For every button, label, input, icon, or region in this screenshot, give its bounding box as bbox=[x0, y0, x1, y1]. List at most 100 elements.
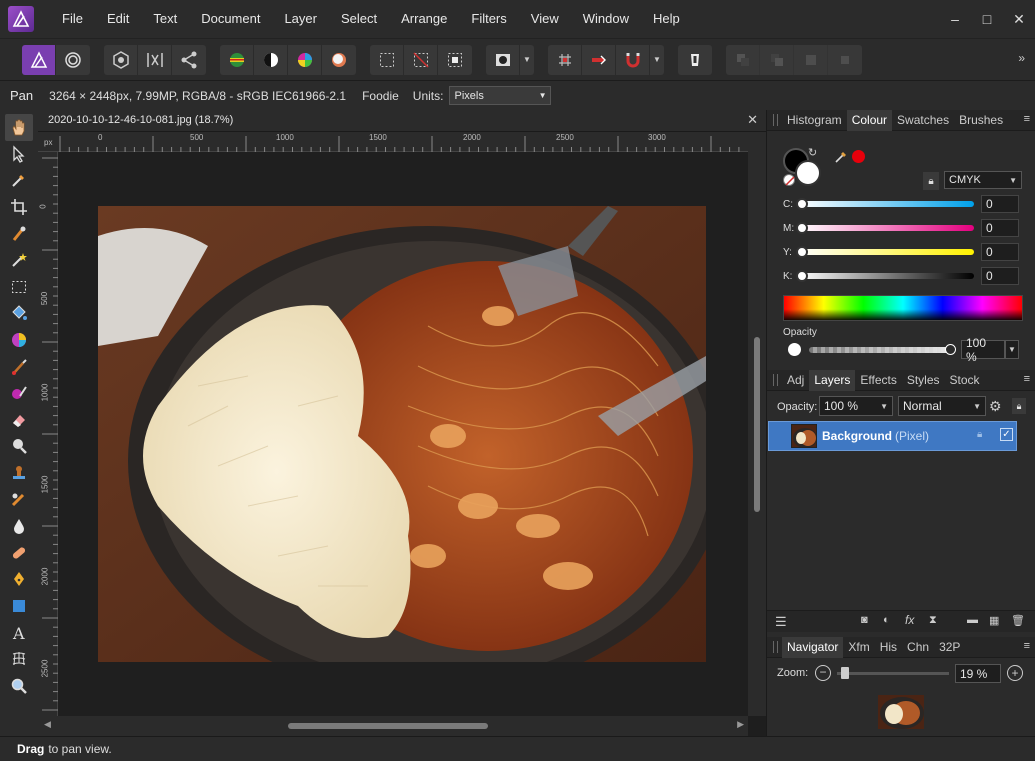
zoom-tool[interactable] bbox=[5, 672, 33, 699]
tab-swatches[interactable]: Swatches bbox=[892, 110, 954, 131]
opacity-value-field[interactable]: 100 % bbox=[961, 336, 1005, 364]
snapping-caret-icon[interactable]: ▼ bbox=[650, 45, 664, 75]
force-pixel-alignment-button[interactable] bbox=[582, 44, 616, 75]
arrange-forward-button[interactable] bbox=[794, 44, 828, 75]
menu-arrange[interactable]: Arrange bbox=[389, 0, 459, 38]
menu-edit[interactable]: Edit bbox=[95, 0, 141, 38]
scroll-left-icon[interactable]: ◀ bbox=[44, 719, 51, 730]
navigator-preview[interactable] bbox=[878, 695, 924, 729]
layer-lock-icon[interactable]: 🔒︎ bbox=[977, 429, 982, 440]
crop-tool[interactable] bbox=[5, 194, 33, 221]
panel-grip-icon[interactable] bbox=[773, 641, 778, 653]
move-tool[interactable] bbox=[5, 141, 33, 168]
magenta-slider-knob[interactable] bbox=[796, 222, 808, 234]
panel-grip-icon[interactable] bbox=[773, 374, 778, 386]
panel-grip-icon[interactable] bbox=[773, 114, 778, 126]
zoom-slider-knob[interactable] bbox=[841, 667, 849, 679]
live-filter-icon[interactable]: ⧗ bbox=[929, 614, 937, 627]
picked-colour-swatch[interactable] bbox=[852, 150, 865, 163]
menu-document[interactable]: Document bbox=[189, 0, 272, 38]
erase-brush-tool[interactable] bbox=[5, 407, 33, 434]
gradient-tool[interactable] bbox=[5, 327, 33, 354]
deselect-button[interactable] bbox=[404, 44, 438, 75]
tab-layers[interactable]: Layers bbox=[809, 369, 856, 391]
toolbar-overflow-icon[interactable]: » bbox=[1018, 51, 1025, 65]
liquify-persona-button[interactable] bbox=[56, 45, 90, 75]
snapping-button[interactable] bbox=[616, 44, 650, 75]
tab-channels[interactable]: Chn bbox=[902, 637, 934, 658]
menu-view[interactable]: View bbox=[519, 0, 571, 38]
yellow-slider[interactable] bbox=[796, 246, 974, 258]
opacity-slider-knob[interactable] bbox=[945, 344, 956, 355]
invert-selection-button[interactable] bbox=[438, 45, 472, 75]
adjustment-icon[interactable]: ◐ bbox=[883, 614, 890, 626]
panel-menu-icon[interactable]: ≡ bbox=[1024, 373, 1030, 385]
opacity-dropdown-button[interactable]: ▼ bbox=[1005, 340, 1019, 359]
layers-stack-icon[interactable]: ☰ bbox=[775, 614, 787, 630]
select-all-button[interactable] bbox=[370, 44, 404, 75]
colour-mode-dropdown[interactable]: CMYK ▼ bbox=[944, 171, 1022, 189]
cyan-slider[interactable] bbox=[796, 198, 974, 210]
blur-brush-tool[interactable] bbox=[5, 513, 33, 540]
panel-menu-icon[interactable]: ≡ bbox=[1024, 640, 1030, 652]
scroll-right-icon[interactable]: ▶ bbox=[737, 719, 744, 730]
yellow-slider-knob[interactable] bbox=[796, 246, 808, 258]
selection-brush-tool[interactable] bbox=[5, 220, 33, 247]
close-window-button[interactable]: ✕ bbox=[1003, 0, 1035, 38]
mask-brush-button[interactable] bbox=[678, 45, 712, 75]
tab-history[interactable]: His bbox=[875, 637, 902, 658]
yellow-value-field[interactable]: 0 bbox=[981, 243, 1019, 261]
view-tool[interactable] bbox=[5, 114, 33, 141]
layer-visibility-checkbox[interactable]: ✓ bbox=[1000, 428, 1013, 441]
zoom-slider[interactable] bbox=[837, 672, 949, 675]
menu-layer[interactable]: Layer bbox=[272, 0, 329, 38]
tab-adjustments[interactable]: Adj bbox=[782, 370, 809, 391]
menu-window[interactable]: Window bbox=[571, 0, 641, 38]
mask-layer-icon[interactable]: ◙ bbox=[861, 614, 868, 626]
text-tool[interactable]: A bbox=[5, 619, 33, 646]
colour-replacement-tool[interactable] bbox=[5, 380, 33, 407]
black-slider[interactable] bbox=[796, 270, 974, 282]
marquee-tool[interactable] bbox=[5, 274, 33, 301]
vertical-scrollbar[interactable] bbox=[748, 132, 766, 716]
document-canvas[interactable] bbox=[58, 152, 748, 716]
opacity-slider[interactable] bbox=[809, 347, 951, 353]
layer-row-background[interactable]: Background (Pixel) 🔒︎ ✓ bbox=[768, 421, 1017, 451]
colour-picker-icon[interactable] bbox=[834, 148, 850, 167]
folder-icon[interactable]: ▬ bbox=[967, 614, 978, 626]
black-slider-knob[interactable] bbox=[796, 270, 808, 282]
export-persona-button[interactable] bbox=[172, 45, 206, 75]
tab-transform[interactable]: Xfm bbox=[843, 637, 874, 658]
horizontal-scrollbar[interactable]: ◀ ▶ bbox=[38, 716, 748, 736]
horizontal-ruler[interactable]: px 0 500 1000 1500 2000 2500 3000 bbox=[38, 132, 748, 152]
patch-tool[interactable] bbox=[5, 540, 33, 567]
tab-styles[interactable]: Styles bbox=[902, 370, 945, 391]
swap-colours-icon[interactable]: ↻ bbox=[808, 146, 817, 159]
lock-icon[interactable]: 🔒︎ bbox=[1012, 398, 1026, 414]
menu-help[interactable]: Help bbox=[641, 0, 692, 38]
colour-picker-tool[interactable] bbox=[5, 167, 33, 194]
clone-brush-tool[interactable] bbox=[5, 460, 33, 487]
lock-icon[interactable]: 🔒︎ bbox=[923, 172, 939, 190]
quick-mask-button[interactable] bbox=[486, 44, 520, 75]
colour-spectrum[interactable] bbox=[783, 295, 1023, 321]
tab-navigator[interactable]: Navigator bbox=[782, 636, 844, 658]
minimize-button[interactable]: – bbox=[939, 0, 971, 38]
flood-fill-tool[interactable] bbox=[5, 300, 33, 327]
tab-effects[interactable]: Effects bbox=[855, 370, 901, 391]
fx-icon[interactable]: fx bbox=[905, 613, 914, 627]
black-value-field[interactable]: 0 bbox=[981, 267, 1019, 285]
mesh-warp-tool[interactable] bbox=[5, 646, 33, 673]
gear-icon[interactable]: ⚙ bbox=[989, 398, 1002, 415]
auto-white-balance-button[interactable] bbox=[322, 45, 356, 75]
pixel-layer-icon[interactable]: ▦ bbox=[989, 614, 999, 627]
menu-text[interactable]: Text bbox=[141, 0, 189, 38]
photo-persona-button[interactable] bbox=[22, 44, 56, 75]
auto-levels-button[interactable] bbox=[220, 44, 254, 75]
vertical-ruler[interactable]: 0 500 1000 1500 2000 2500 bbox=[38, 152, 58, 716]
horizontal-scroll-thumb[interactable] bbox=[288, 723, 488, 729]
flood-select-tool[interactable] bbox=[5, 247, 33, 274]
arrange-backward-button[interactable] bbox=[760, 44, 794, 75]
zoom-out-icon[interactable]: − bbox=[815, 665, 831, 681]
develop-persona-button[interactable] bbox=[104, 44, 138, 75]
